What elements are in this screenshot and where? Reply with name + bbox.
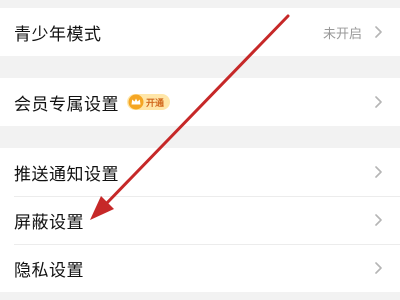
push-notifications-right xyxy=(370,164,386,180)
block-settings-label: 屏蔽设置 xyxy=(14,212,84,233)
top-spacer xyxy=(0,0,400,8)
block-settings-row[interactable]: 屏蔽设置 xyxy=(0,196,400,244)
member-settings-row[interactable]: 会员专属设置 开通 xyxy=(0,78,400,126)
chevron-right-icon xyxy=(375,262,382,274)
chevron-right-icon xyxy=(375,96,382,108)
section-gap xyxy=(0,126,400,148)
privacy-settings-row[interactable]: 隐私设置 xyxy=(0,244,400,292)
section-gap xyxy=(0,56,400,78)
privacy-settings-right xyxy=(370,260,386,276)
teen-mode-row[interactable]: 青少年模式 未开启 xyxy=(0,8,400,56)
member-settings-label: 会员专属设置 xyxy=(14,94,119,115)
vip-badge-text: 开通 xyxy=(146,98,165,109)
vip-activate-badge[interactable]: 开通 xyxy=(127,94,171,110)
privacy-settings-label: 隐私设置 xyxy=(14,260,84,281)
member-settings-right xyxy=(370,94,386,110)
chevron-right-icon xyxy=(375,214,382,226)
teen-mode-right: 未开启 xyxy=(323,23,386,42)
teen-mode-status: 未开启 xyxy=(322,26,362,42)
push-notifications-row[interactable]: 推送通知设置 xyxy=(0,148,400,196)
block-settings-right xyxy=(370,212,386,228)
chevron-right-icon xyxy=(375,166,382,178)
teen-mode-label: 青少年模式 xyxy=(14,24,102,45)
push-notifications-label: 推送通知设置 xyxy=(14,164,119,185)
settings-screen: 青少年模式 未开启 会员专属设置 开通 推送通知设置 屏蔽设置 隐私设置 xyxy=(0,0,400,300)
crown-icon xyxy=(128,94,144,110)
chevron-right-icon xyxy=(375,26,382,38)
